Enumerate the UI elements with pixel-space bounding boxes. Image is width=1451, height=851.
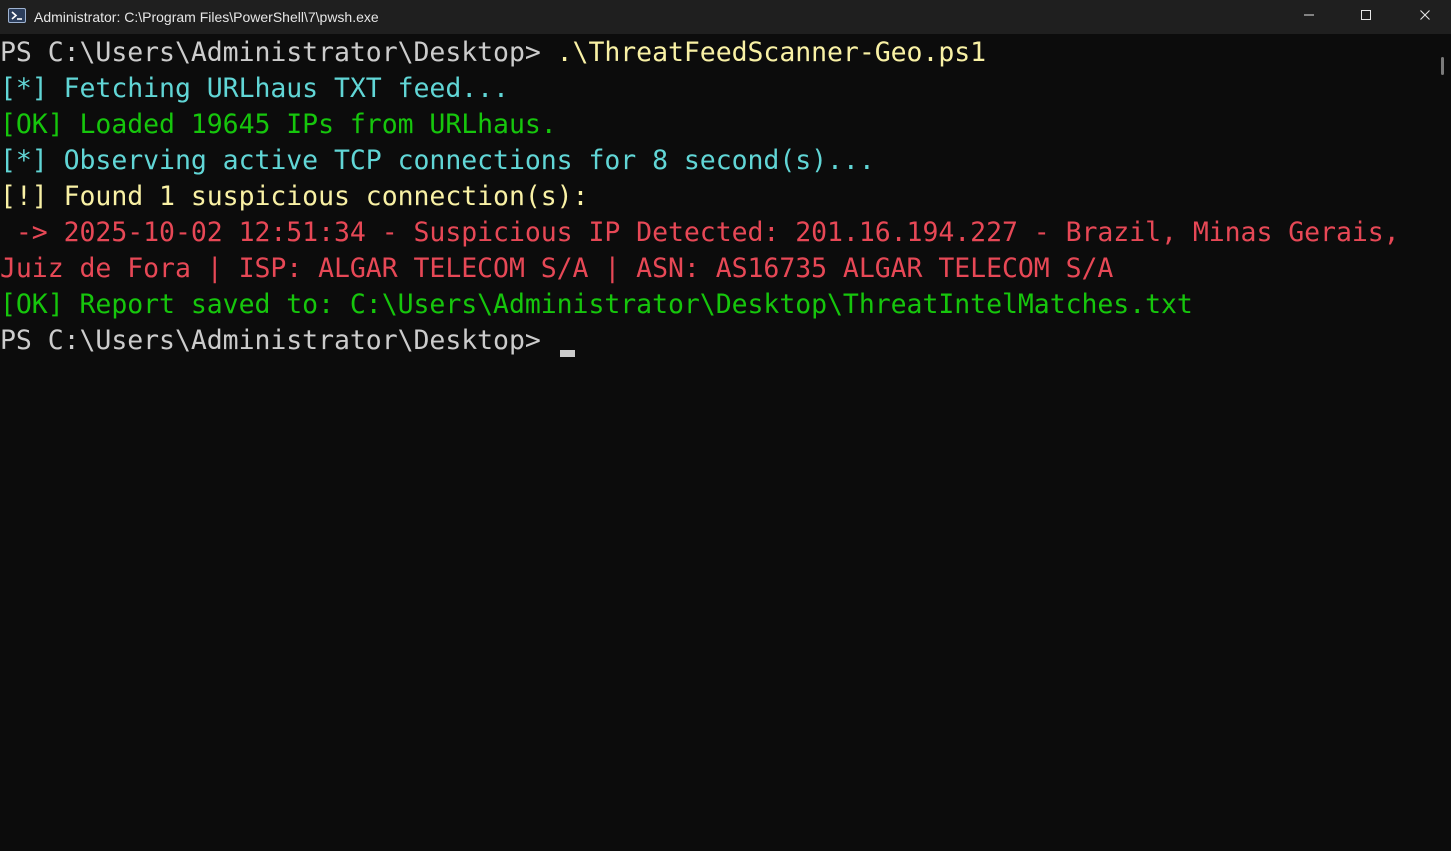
maximize-icon xyxy=(1360,8,1372,26)
terminal-line-found: [!] Found 1 suspicious connection(s): xyxy=(0,181,589,212)
terminal-line-observing: [*] Observing active TCP connections for… xyxy=(0,145,875,176)
terminal-line-alert-wrap: Juiz de Fora | ISP: ALGAR TELECOM S/A | … xyxy=(0,253,1114,284)
terminal-line-alert: -> 2025-10-02 12:51:34 - Suspicious IP D… xyxy=(0,217,1400,248)
terminal-output[interactable]: PS C:\Users\Administrator\Desktop> .\Thr… xyxy=(0,35,1434,851)
close-button[interactable] xyxy=(1395,0,1451,34)
prompt-text: PS C:\Users\Administrator\Desktop> xyxy=(0,37,557,68)
minimize-icon xyxy=(1303,8,1315,26)
prompt-text: PS C:\Users\Administrator\Desktop> xyxy=(0,325,557,356)
text-cursor xyxy=(560,350,575,357)
minimize-button[interactable] xyxy=(1279,0,1339,34)
terminal-line-report: [OK] Report saved to: C:\Users\Administr… xyxy=(0,289,1193,320)
terminal-line-fetching: [*] Fetching URLhaus TXT feed... xyxy=(0,73,509,104)
vertical-scrollbar[interactable] xyxy=(1434,35,1451,851)
terminal-window: Administrator: C:\Program Files\PowerShe… xyxy=(0,0,1451,851)
command-text: .\ThreatFeedScanner-Geo.ps1 xyxy=(556,37,987,68)
terminal-line-prompt: PS C:\Users\Administrator\Desktop> xyxy=(0,323,557,359)
terminal-line-command: PS C:\Users\Administrator\Desktop> .\Thr… xyxy=(0,35,986,71)
maximize-button[interactable] xyxy=(1336,0,1396,34)
scrollbar-thumb[interactable] xyxy=(1441,57,1444,75)
title-bar[interactable]: Administrator: C:\Program Files\PowerShe… xyxy=(0,0,1451,34)
terminal-line-loaded: [OK] Loaded 19645 IPs from URLhaus. xyxy=(0,109,557,140)
powershell-icon xyxy=(8,8,26,23)
close-icon xyxy=(1419,8,1431,26)
window-title: Administrator: C:\Program Files\PowerShe… xyxy=(34,9,379,25)
